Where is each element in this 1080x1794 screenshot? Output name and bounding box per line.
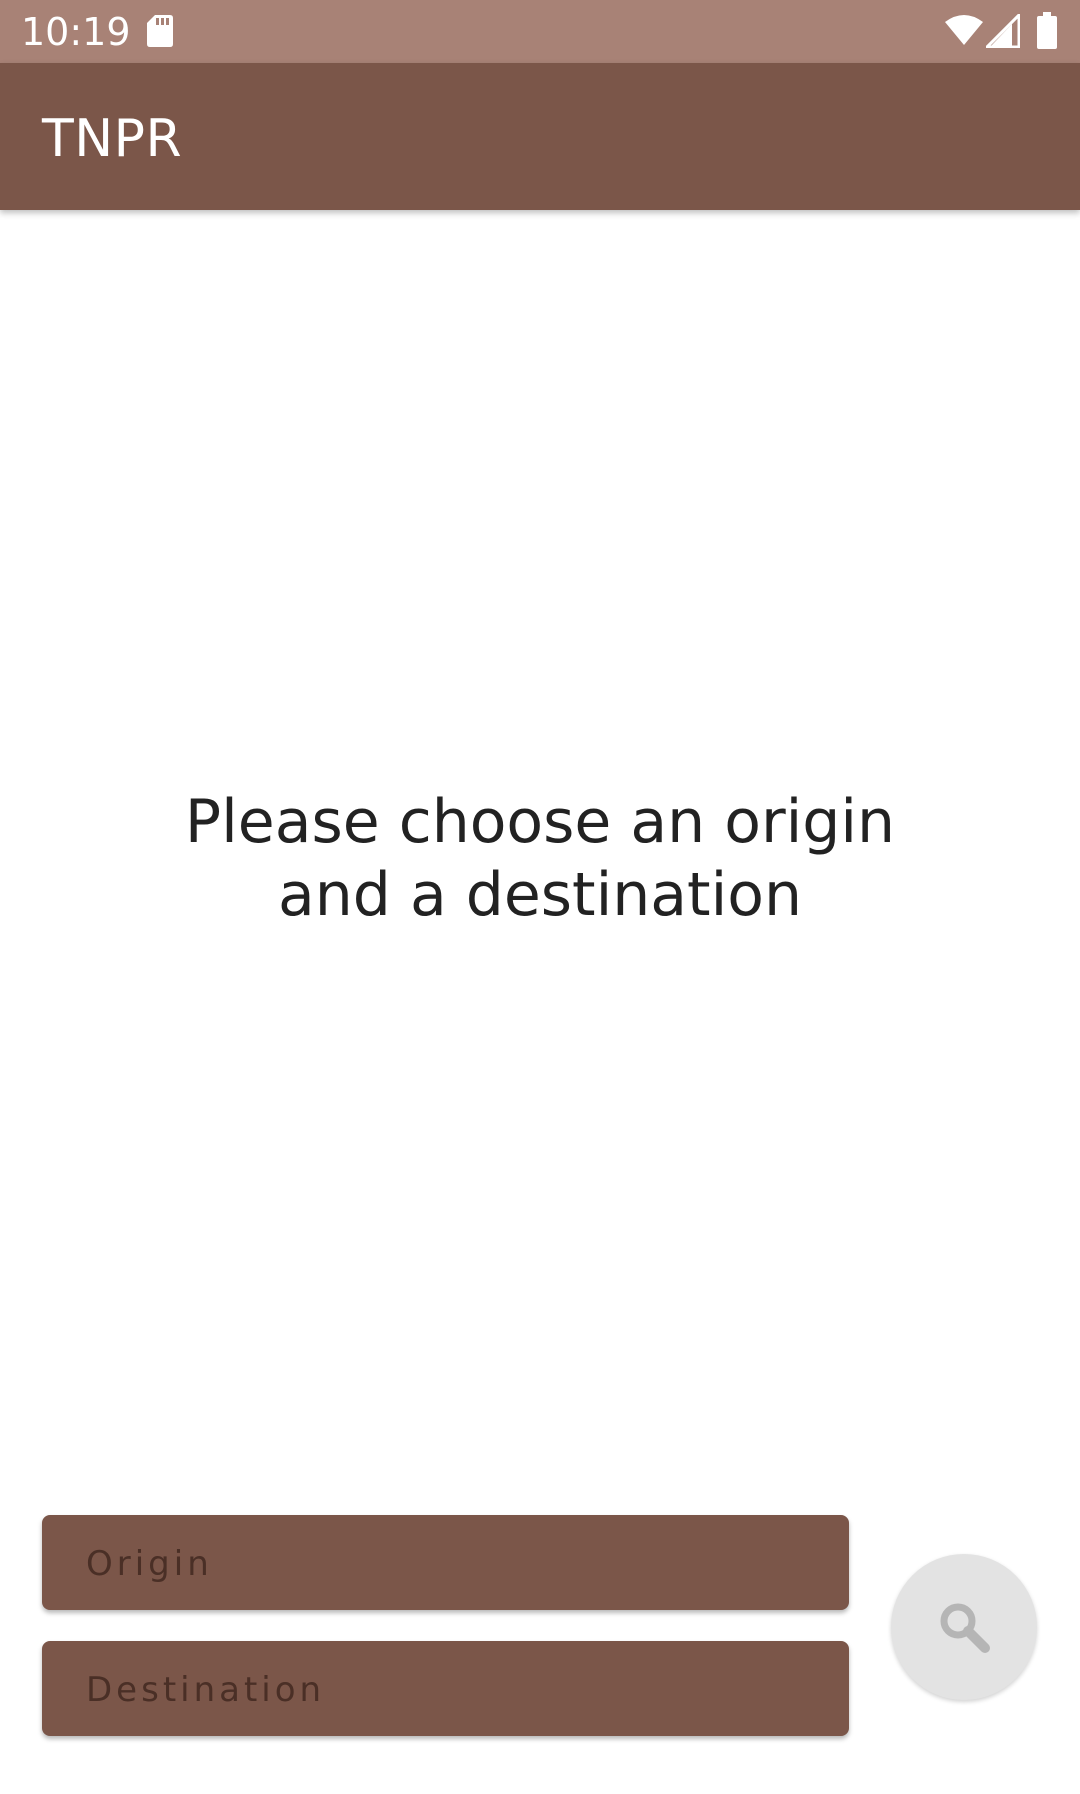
app-bar: TNPR <box>0 63 1080 210</box>
wifi-icon <box>945 15 983 45</box>
status-time: 10:19 <box>21 10 131 54</box>
status-bar: 10:19 <box>0 0 1080 63</box>
search-icon <box>940 1603 990 1653</box>
signal-icon <box>986 14 1020 48</box>
sd-card-icon <box>147 15 173 47</box>
empty-state-message: Please choose an origin and a destinatio… <box>184 787 896 930</box>
origin-field-label: Origin <box>86 1544 213 1584</box>
search-button[interactable] <box>891 1554 1037 1700</box>
battery-icon <box>1037 12 1057 49</box>
origin-field[interactable]: Origin <box>42 1515 849 1610</box>
destination-field[interactable]: Destination <box>42 1641 849 1736</box>
app-title: TNPR <box>42 109 183 169</box>
destination-field-label: Destination <box>86 1670 326 1710</box>
